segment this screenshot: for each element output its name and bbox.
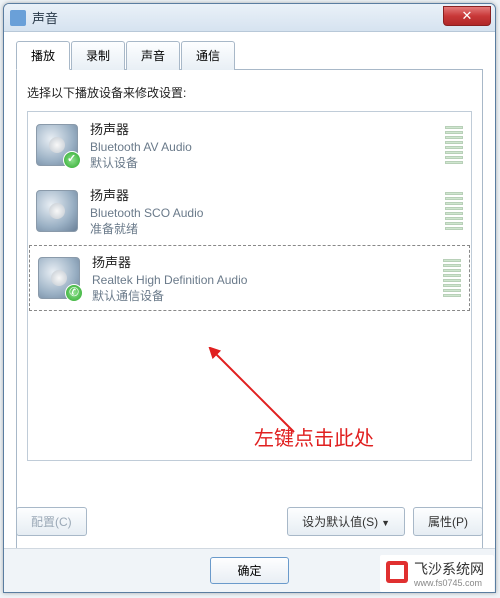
device-status: 默认通信设备 [92, 287, 437, 304]
tab-strip: 播放 录制 声音 通信 [16, 40, 483, 70]
device-name: 扬声器 [92, 252, 437, 271]
device-text: 扬声器 Bluetooth SCO Audio 准备就绪 [90, 185, 439, 237]
set-default-label: 设为默认值(S) [302, 515, 378, 529]
device-status: 默认设备 [90, 154, 439, 171]
tab-content: 选择以下播放设备来修改设置: 扬声器 Bluetooth AV Audio 默认… [16, 70, 483, 552]
ok-button[interactable]: 确定 [210, 557, 288, 584]
watermark-name: 飞沙系统网 [414, 561, 484, 577]
annotation-text: 左键点击此处 [254, 422, 374, 451]
speaker-icon [36, 190, 78, 232]
level-meter-icon [445, 126, 463, 164]
sound-dialog: 声音 ✕ 播放 录制 声音 通信 选择以下播放设备来修改设置: 扬声器 Blue… [3, 3, 496, 593]
device-driver: Bluetooth SCO Audio [90, 206, 439, 220]
watermark-url: www.fs0745.com [414, 579, 484, 588]
device-driver: Bluetooth AV Audio [90, 140, 439, 154]
device-name: 扬声器 [90, 119, 439, 138]
device-text: 扬声器 Bluetooth AV Audio 默认设备 [90, 119, 439, 171]
phone-badge-icon [65, 284, 83, 302]
device-text: 扬声器 Realtek High Definition Audio 默认通信设备 [92, 252, 437, 304]
device-name: 扬声器 [90, 185, 439, 204]
sound-icon [10, 10, 26, 26]
device-driver: Realtek High Definition Audio [92, 273, 437, 287]
level-meter-icon [443, 259, 461, 297]
device-status: 准备就绪 [90, 220, 439, 237]
tab-playback[interactable]: 播放 [16, 41, 70, 70]
watermark-logo-icon [386, 561, 408, 583]
titlebar: 声音 ✕ [4, 4, 495, 32]
window-title: 声音 [32, 8, 58, 27]
device-list[interactable]: 扬声器 Bluetooth AV Audio 默认设备 扬声器 Bluetoot… [27, 111, 472, 461]
close-icon: ✕ [462, 8, 473, 23]
tab-sounds[interactable]: 声音 [126, 41, 180, 70]
set-default-button[interactable]: 设为默认值(S)▼ [287, 507, 405, 536]
tab-recording[interactable]: 录制 [71, 41, 125, 70]
chevron-down-icon: ▼ [381, 518, 390, 528]
watermark: 飞沙系统网 www.fs0745.com [380, 555, 494, 592]
device-buttons: 配置(C) 设为默认值(S)▼ 属性(P) [16, 507, 483, 536]
tab-communications[interactable]: 通信 [181, 41, 235, 70]
close-button[interactable]: ✕ [443, 6, 491, 26]
configure-button[interactable]: 配置(C) [16, 507, 87, 536]
default-check-icon [63, 151, 81, 169]
device-item-selected[interactable]: 扬声器 Realtek High Definition Audio 默认通信设备 [29, 245, 470, 311]
instruction-text: 选择以下播放设备来修改设置: [27, 84, 472, 101]
device-item[interactable]: 扬声器 Bluetooth AV Audio 默认设备 [28, 112, 471, 178]
level-meter-icon [445, 192, 463, 230]
client-area: 播放 录制 声音 通信 选择以下播放设备来修改设置: 扬声器 Bluetooth… [4, 32, 495, 592]
speaker-icon [36, 124, 78, 166]
properties-button[interactable]: 属性(P) [413, 507, 483, 536]
device-item[interactable]: 扬声器 Bluetooth SCO Audio 准备就绪 [28, 178, 471, 244]
speaker-icon [38, 257, 80, 299]
